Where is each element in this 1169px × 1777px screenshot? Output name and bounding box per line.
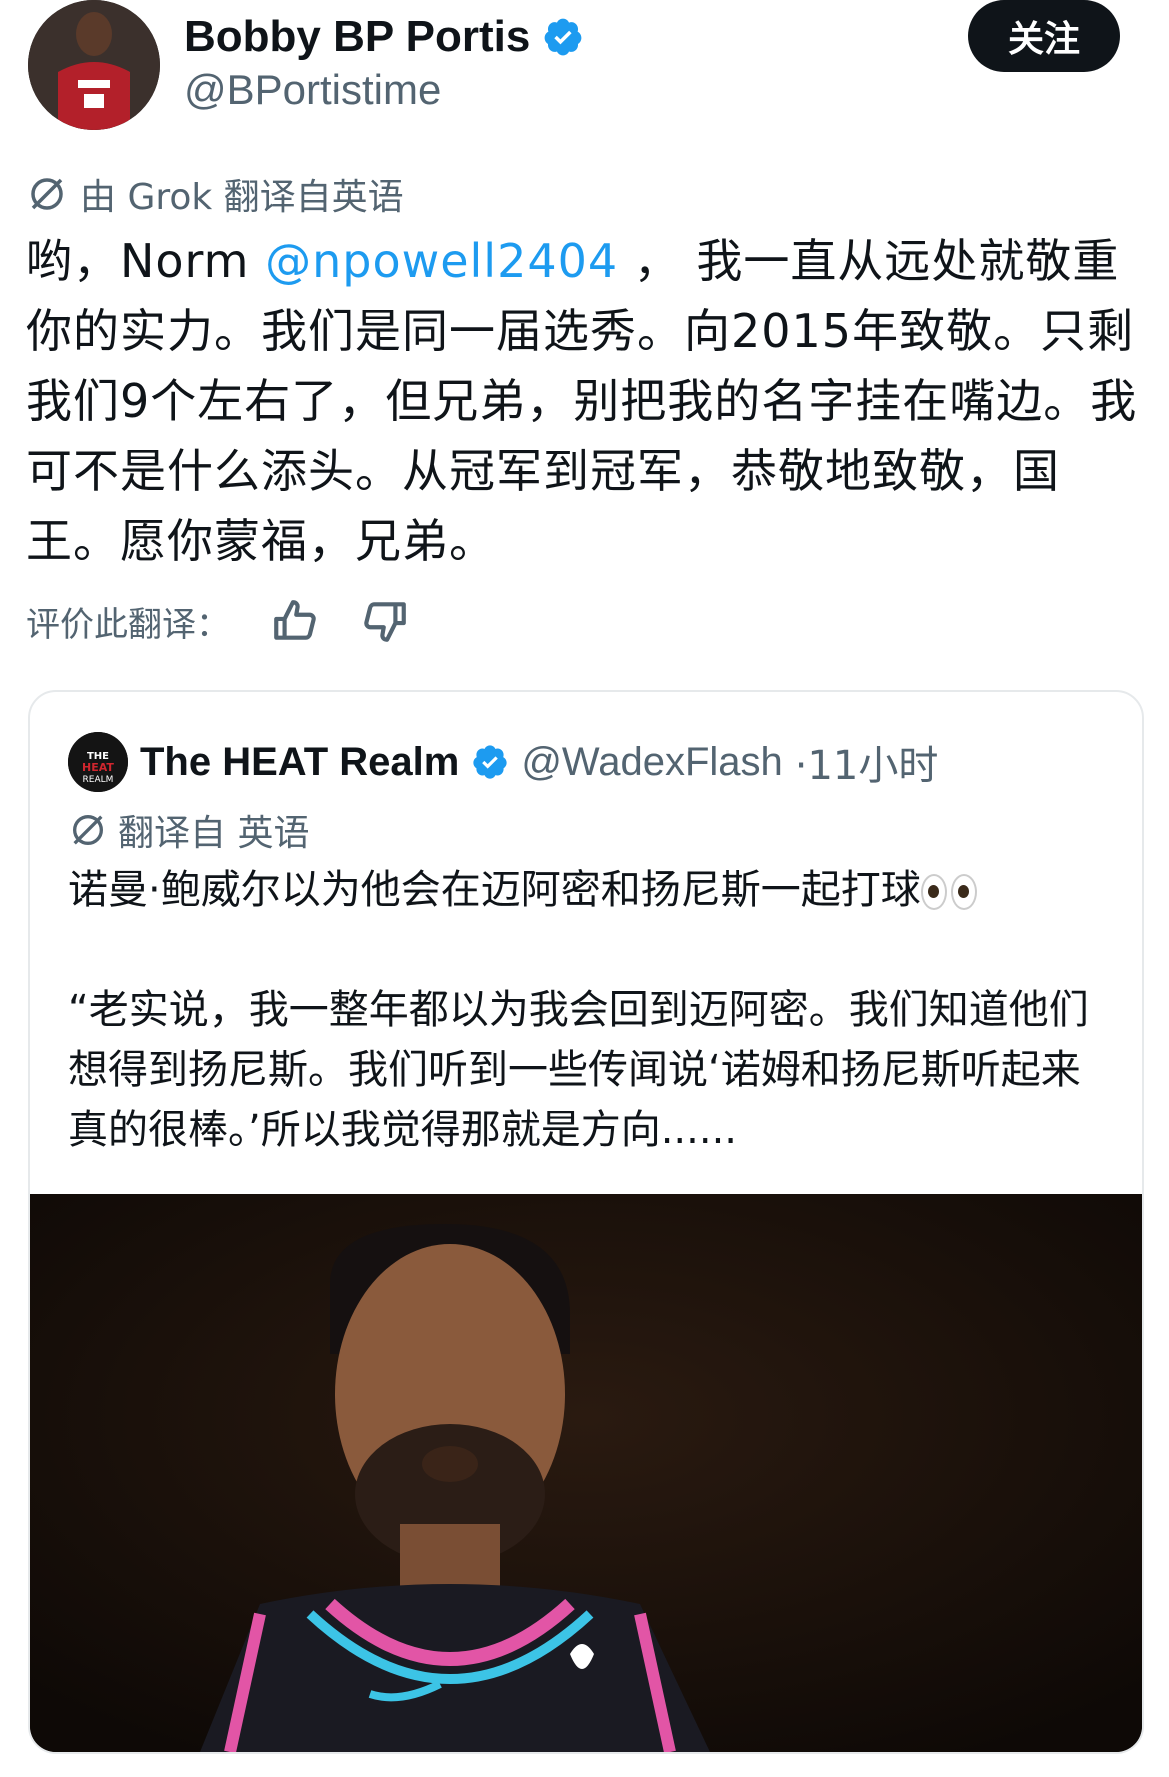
rate-translation-row: 评价此翻译： [26,596,410,646]
verified-badge-icon [473,745,507,779]
author-display-name[interactable]: Bobby BP Portis [184,12,530,62]
tweet-header: Bobby BP Portis @BPortistime 关注 [0,0,1169,140]
quoted-author-handle[interactable]: @WadexFlash [521,740,782,785]
thumbs-down-icon[interactable] [360,596,410,646]
translate-icon [31,178,63,210]
author-avatar[interactable] [28,0,160,130]
quoted-tweet-line: 诺曼·鲍威尔以为他会在迈阿密和扬尼斯一起打球 [68,867,921,913]
follow-button[interactable]: 关注 [968,0,1120,72]
quoted-tweet-text: 诺曼·鲍威尔以为他会在迈阿密和扬尼斯一起打球 “老实说，我一整年都以为我会回到迈… [68,860,1108,1160]
translation-note: 由 Grok 翻译自英语 [26,168,404,220]
quoted-tweet-photo[interactable] [30,1194,1142,1752]
quoted-tweet-time[interactable]: ·11小时 [795,733,939,791]
rate-translation-label: 评价此翻译： [26,604,230,645]
author-name-row: Bobby BP Portis [184,12,584,62]
quoted-tweet-header: THE HEAT REALM The HEAT Realm @WadexFlas… [68,732,938,792]
author-handle[interactable]: @BPortistime [184,66,441,114]
translation-note-text: 由 Grok 翻译自英语 [80,177,404,218]
quoted-author-name[interactable]: The HEAT Realm [140,740,459,785]
verified-badge-icon [544,18,582,56]
svg-text:REALM: REALM [83,775,114,785]
eyes-emoji-icon [920,874,977,910]
translate-icon [73,815,103,845]
quoted-translation-note: 翻译自 英语 [68,804,309,856]
svg-text:HEAT: HEAT [82,761,114,774]
quoted-translation-note-text: 翻译自 英语 [118,813,310,854]
quoted-author-avatar[interactable]: THE HEAT REALM [68,732,128,792]
tweet-text-part: 哟，Norm [26,234,266,288]
tweet-text: 哟，Norm @npowell2404 ， 我一直从远处就敬重你的实力。我们是同… [26,226,1146,576]
quoted-tweet-quote: “老实说，我一整年都以为我会回到迈阿密。我们知道他们想得到扬尼斯。我们听到一些传… [68,987,1089,1153]
thumbs-up-icon[interactable] [270,596,320,646]
mention-link[interactable]: @npowell2404 [265,234,618,288]
quoted-tweet[interactable]: THE HEAT REALM The HEAT Realm @WadexFlas… [28,690,1144,1754]
